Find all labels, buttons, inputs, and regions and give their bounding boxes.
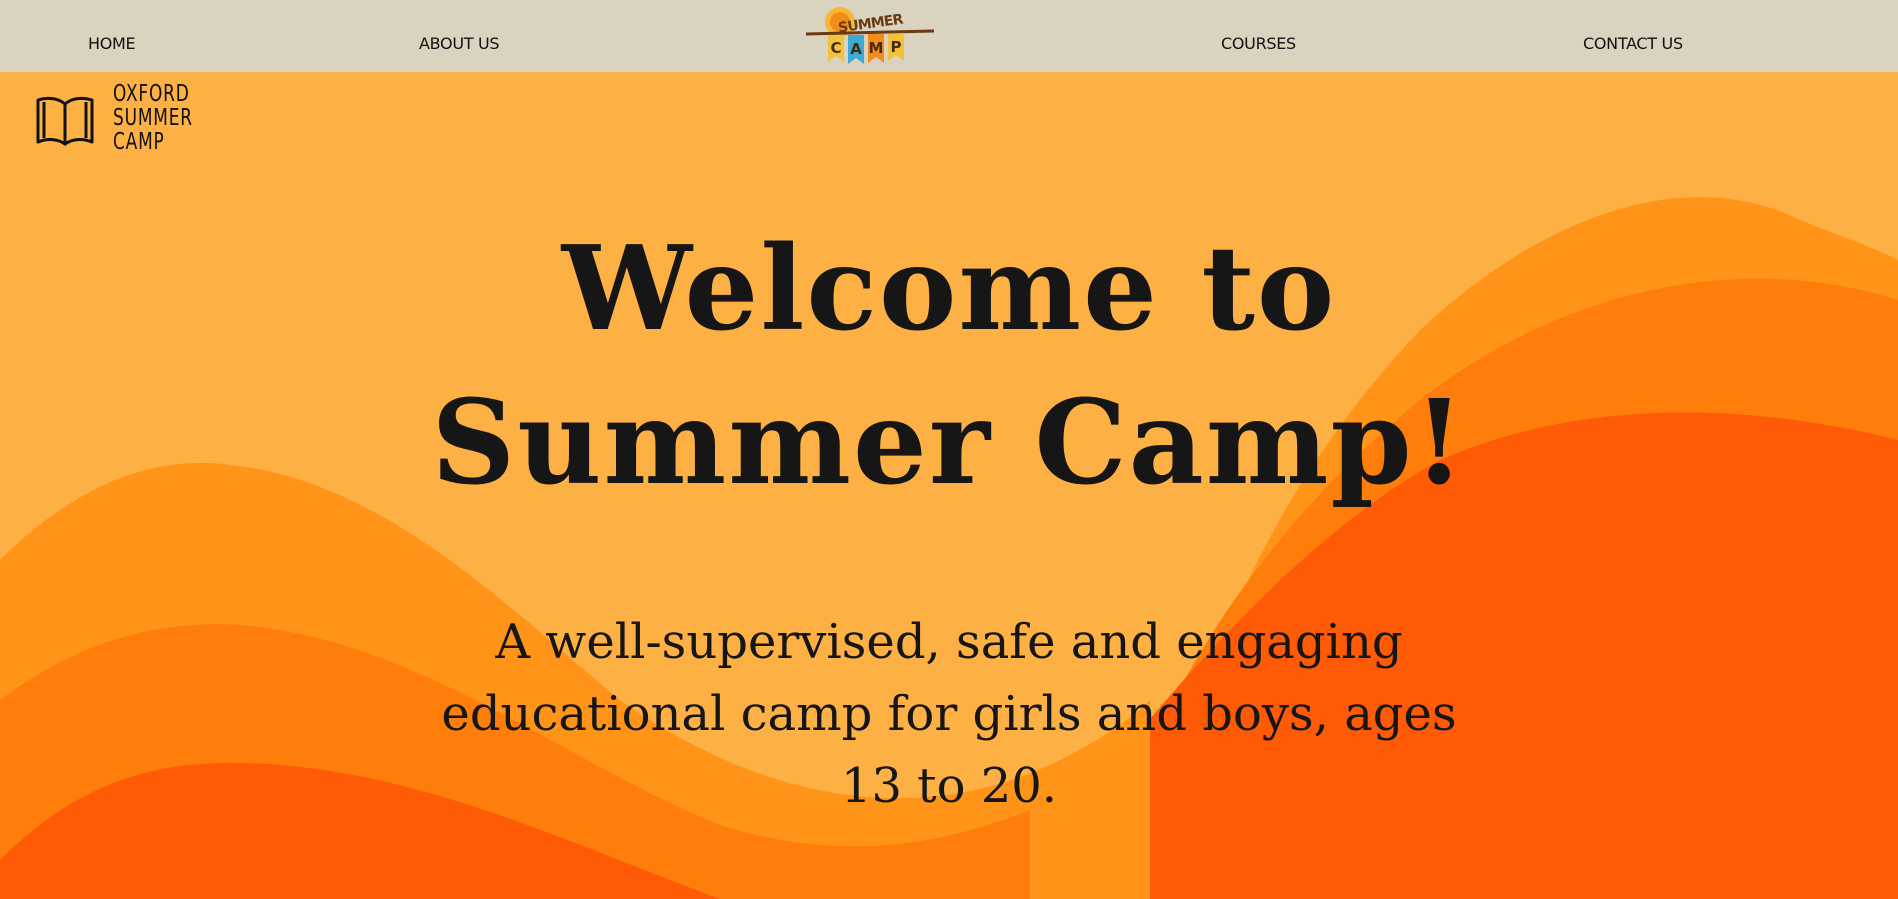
nav-home[interactable]: HOME (88, 0, 136, 72)
summer-camp-logo[interactable]: C A M P SUMMER (804, 0, 936, 72)
logo-letter: C (830, 39, 841, 57)
logo-letter: M (869, 39, 884, 57)
hero-title: Welcome to Summer Camp! (431, 221, 1467, 511)
logo-letter: P (891, 38, 902, 56)
top-navigation-bar: HOME ABOUT US C A M P SUMMER COURSES CON… (0, 0, 1898, 72)
logo-letter: A (850, 40, 862, 58)
brand-name: OXFORD SUMMER CAMP (113, 81, 193, 155)
nav-about-us[interactable]: ABOUT US (419, 0, 500, 72)
open-book-icon (36, 96, 94, 146)
nav-contact-us[interactable]: CONTACT US (1583, 0, 1683, 72)
hero-subtitle: A well-supervised, safe and engaging edu… (441, 614, 1457, 814)
brand-logo[interactable]: OXFORD SUMMER CAMP (34, 82, 204, 162)
nav-courses[interactable]: COURSES (1221, 0, 1296, 72)
summer-camp-banner-logo-icon: C A M P (804, 7, 936, 64)
page: HOME ABOUT US C A M P SUMMER COURSES CON… (0, 0, 1898, 899)
